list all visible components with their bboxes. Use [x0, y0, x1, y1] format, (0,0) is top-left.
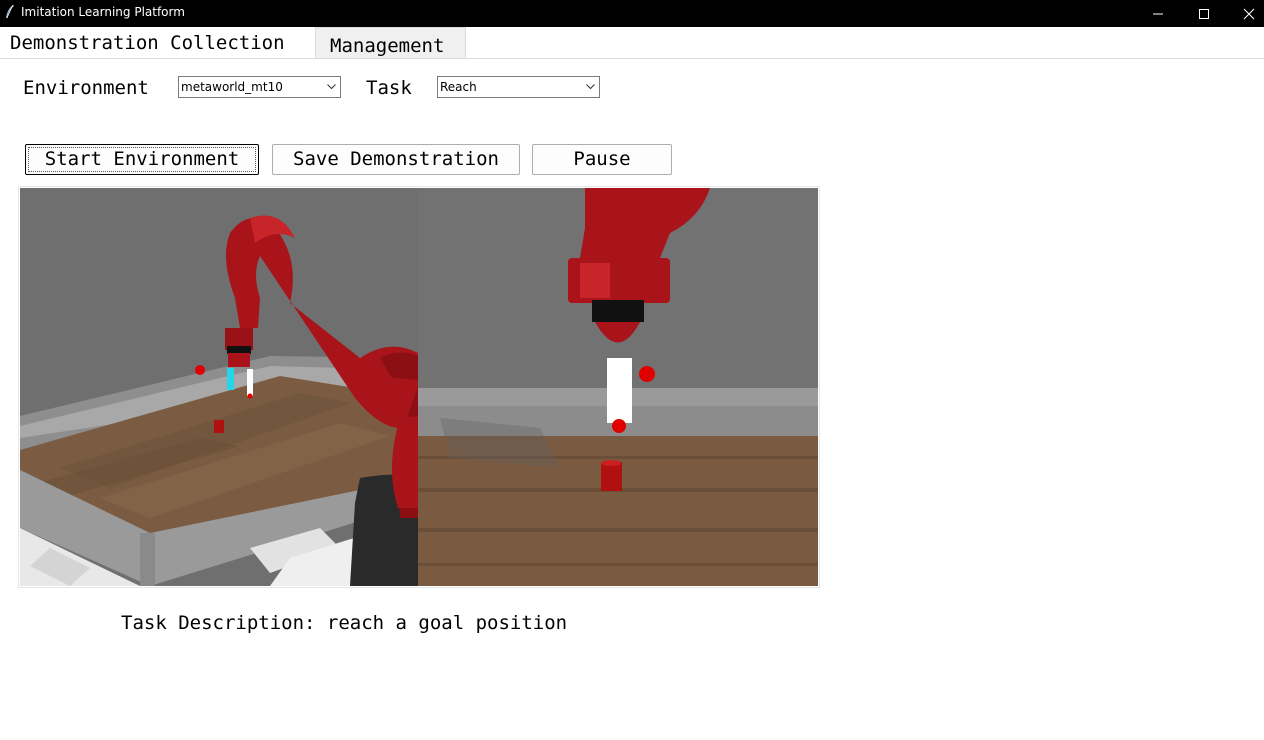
environment-label: Environment	[23, 77, 149, 99]
perspective-camera-view	[20, 188, 418, 586]
task-description: Task Description: reach a goal position	[121, 612, 568, 634]
tab-management[interactable]: Management	[315, 27, 466, 58]
maximize-icon	[1199, 9, 1209, 19]
task-select-value: Reach	[440, 80, 477, 94]
feather-icon	[5, 4, 15, 19]
minimize-icon	[1153, 13, 1163, 15]
close-button[interactable]	[1226, 0, 1264, 27]
chevron-down-icon	[327, 84, 336, 90]
start-environment-button[interactable]: Start Environment	[25, 144, 259, 175]
close-icon	[1243, 8, 1255, 20]
environment-select[interactable]: metaworld_mt10	[178, 76, 341, 98]
task-label: Task	[366, 77, 412, 99]
tab-bar: Demonstration Collection Management	[0, 27, 1264, 59]
simulation-viewport[interactable]	[18, 186, 820, 588]
window-title: Imitation Learning Platform	[21, 5, 185, 19]
task-select[interactable]: Reach	[437, 76, 600, 98]
tab-demonstration-collection[interactable]: Demonstration Collection	[0, 27, 315, 58]
chevron-down-icon	[586, 84, 595, 90]
save-demonstration-button[interactable]: Save Demonstration	[272, 144, 520, 175]
title-bar: Imitation Learning Platform	[0, 0, 1264, 27]
pause-button[interactable]: Pause	[532, 144, 672, 175]
maximize-button[interactable]	[1181, 0, 1227, 27]
front-camera-view	[418, 188, 818, 586]
minimize-button[interactable]	[1135, 0, 1181, 27]
environment-select-value: metaworld_mt10	[181, 80, 283, 94]
